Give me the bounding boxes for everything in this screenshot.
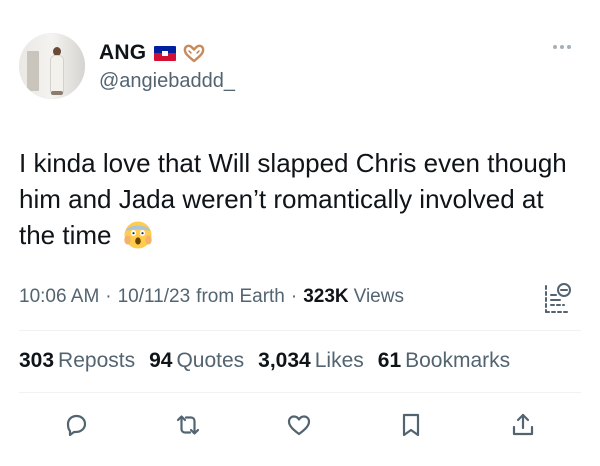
quotes-stat[interactable]: 94 Quotes xyxy=(149,349,244,373)
bookmark-icon xyxy=(402,413,420,437)
reply-icon xyxy=(66,414,87,437)
share-button[interactable] xyxy=(506,408,540,442)
bookmark-button[interactable] xyxy=(394,408,428,442)
tweet-date[interactable]: 10/11/23 xyxy=(118,286,191,308)
divider xyxy=(19,330,581,331)
share-icon xyxy=(512,413,534,436)
analytics-icon[interactable] xyxy=(542,281,572,315)
face-screaming-in-fear-icon xyxy=(124,221,152,249)
tweet-source: from Earth xyxy=(196,286,285,307)
avatar[interactable] xyxy=(19,33,85,99)
views-label: Views xyxy=(353,286,404,307)
divider xyxy=(19,392,581,393)
tweet-time[interactable]: 10:06 AM xyxy=(19,286,99,308)
repost-icon xyxy=(176,415,200,435)
tweet-text: I kinda love that Will slapped Chris eve… xyxy=(19,145,584,253)
likes-stat[interactable]: 3,034 Likes xyxy=(258,349,364,373)
reposts-stat[interactable]: 303 Reposts xyxy=(19,349,135,373)
repost-button[interactable] xyxy=(171,408,205,442)
reply-button[interactable] xyxy=(59,408,93,442)
author-handle[interactable]: @angiebaddd_ xyxy=(99,70,235,93)
heart-hands-icon xyxy=(183,44,205,63)
tweet-body: I kinda love that Will slapped Chris eve… xyxy=(19,148,567,250)
like-icon xyxy=(287,415,311,436)
more-options-icon[interactable] xyxy=(553,45,571,49)
haiti-flag-icon xyxy=(154,45,177,61)
engagement-stats: 303 Reposts 94 Quotes 3,034 Likes 61 Bookmar… xyxy=(19,349,524,373)
like-button[interactable] xyxy=(282,408,316,442)
tweet-meta: 10:06 AM · 10/11/23 from Earth · 323K Vi… xyxy=(19,286,404,308)
author-name-row: ANG xyxy=(99,39,206,67)
display-name[interactable]: ANG xyxy=(99,41,146,65)
action-bar xyxy=(0,408,600,446)
bookmarks-stat[interactable]: 61 Bookmarks xyxy=(378,349,510,373)
views-count: 323K xyxy=(303,286,349,307)
